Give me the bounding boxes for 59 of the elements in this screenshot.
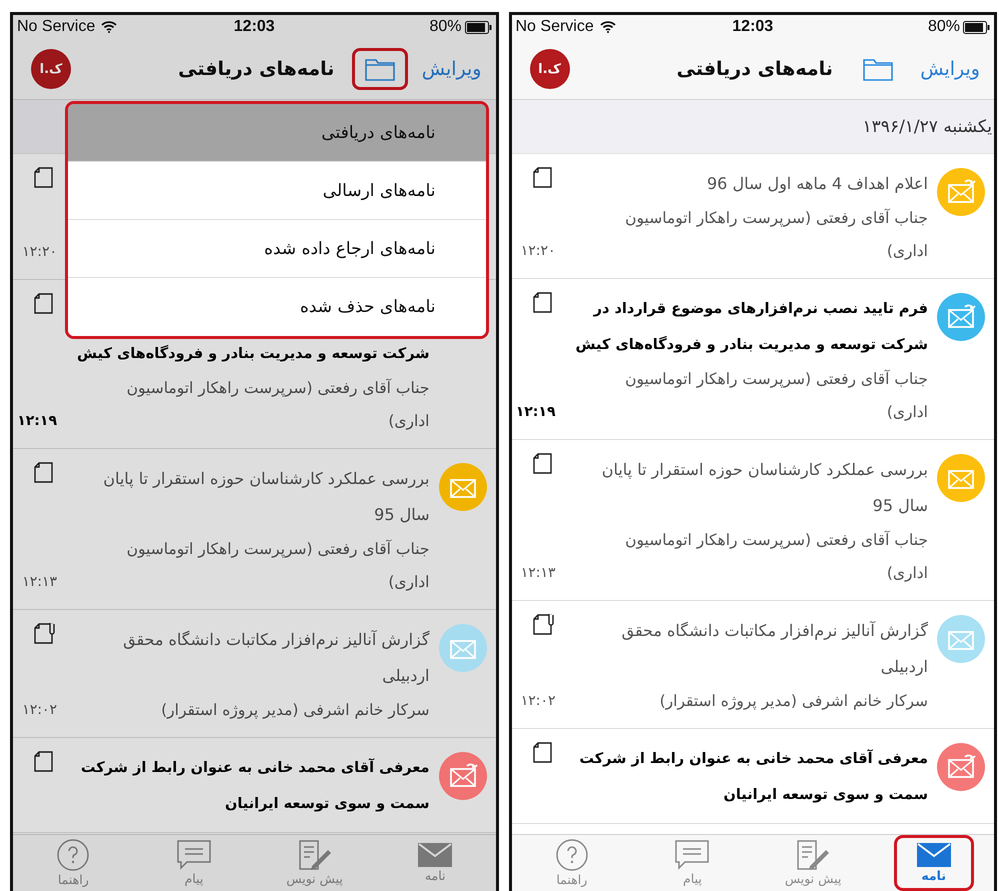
- message-time: ۱۲:۱۳: [520, 564, 556, 583]
- message-time: ۱۲:۲۰: [21, 243, 57, 262]
- message-subject: شرکت توسعه و مدیریت بنادر و فرودگاه‌های کیش: [576, 335, 928, 355]
- message-row[interactable]: گزارش آنالیز نرم‌افزار مکاتبات دانشگاه محقق اردبیلی سرکار خانم اشرفی (مدیر پروژه استقرار) ۱۲:۰۲: [512, 601, 994, 729]
- message-row[interactable]: معرفی آقای محمد خانی به عنوان رابط از شرکت سمت و سوی توسعه ایرانیان: [512, 729, 994, 824]
- carrier-label: No Service: [516, 18, 594, 36]
- message-row[interactable]: فرم تایید نصب نرم‌افزارهای موضوع قرارداد در شرکت توسعه و مدیریت بنادر و فرودگاه‌های کیش جناب آقای رفعتی (سرپرست راهکار اتوماسیون اداری) ۱۲:۱۹: [512, 279, 994, 440]
- message-row[interactable]: بررسی عملکرد کارشناسان حوزه استقرار تا پایان سال 95 جناب آقای رفعتی (سرپرست راهکار اتوماسیون اداری) ۱۲:۱۳: [13, 449, 496, 610]
- message-time: ۱۲:۱۹: [16, 412, 57, 431]
- message-subject: سال 95: [374, 504, 430, 526]
- screen-title: نامه‌های دریافتی: [676, 58, 833, 80]
- message-row[interactable]: بررسی عملکرد کارشناسان حوزه استقرار تا پایان سال 95 جناب آقای رفعتی (سرپرست راهکار اتوماسیون اداری) ۱۲:۱۳: [512, 440, 994, 601]
- message-sender: اداری): [886, 241, 928, 262]
- message-subject: اردبیلی: [382, 665, 430, 687]
- menu-item[interactable]: نامه‌های دریافتی: [68, 104, 486, 162]
- message-sender: اداری): [387, 572, 430, 593]
- message-sender: سرکار خانم اشرفی (مدیر پروژه استقرار): [658, 691, 928, 712]
- message-sender: سرکار خانم اشرفی (مدیر پروژه استقرار): [160, 700, 430, 721]
- edit-link[interactable]: ویرایش: [920, 58, 980, 80]
- carrier-label: No Service: [17, 18, 96, 36]
- message-row[interactable]: گزارش آنالیز نرم‌افزار مکاتبات دانشگاه محقق اردبیلی سرکار خانم اشرفی (مدیر پروژه استقرار) ۱۲:۰۲: [13, 610, 496, 738]
- user-avatar[interactable]: ک.ا: [31, 49, 71, 89]
- clock: 12:03: [732, 18, 774, 36]
- message-subject: گزارش آنالیز نرم‌افزار مکاتبات دانشگاه محقق: [123, 629, 430, 651]
- message-row[interactable]: اعلام اهداف 4 ماهه اول سال 96 جناب آقای رفعتی (سرپرست راهکار اتوماسیون اداری) ۱۲:۲۰: [512, 154, 994, 279]
- tab-bar-item[interactable]: نامه: [894, 835, 974, 891]
- message-subject: سمت و سوی توسعه ایرانیان: [224, 795, 430, 814]
- message-sender: جناب آقای رفعتی (سرپرست راهکار اتوماسیون: [624, 208, 928, 229]
- message-sender: اداری): [387, 411, 430, 432]
- message-sender: اداری): [886, 563, 928, 584]
- message-sender: جناب آقای رفعتی (سرپرست راهکار اتوماسیون: [624, 368, 928, 390]
- message-subject: معرفی آقای محمد خانی به عنوان رابط از شرکت: [579, 748, 928, 769]
- message-time: ۱۲:۲۰: [520, 242, 556, 261]
- message-subject: بررسی عملکرد کارشناسان حوزه استقرار تا پایان: [602, 459, 928, 481]
- message-subject: سال 95: [872, 495, 928, 517]
- message-time: ۱۲:۱۳: [21, 573, 57, 592]
- message-time: ۱۲:۱۹: [514, 403, 556, 422]
- user-avatar[interactable]: ک.ا: [530, 49, 570, 89]
- message-subject: معرفی آقای محمد خانی به عنوان رابط از شرکت: [80, 757, 430, 778]
- message-time: ۱۲:۰۲: [520, 692, 556, 711]
- message-row[interactable]: معرفی آقای محمد خانی به عنوان رابط از شرکت سمت و سوی توسعه ایرانیان: [13, 738, 496, 833]
- message-subject: سمت و سوی توسعه ایرانیان: [723, 786, 928, 805]
- date-label: یکشنبه ۱۳۹۶/۱/۲۷: [862, 116, 992, 136]
- battery-percent: 80%: [429, 18, 462, 36]
- message-subject: شرکت توسعه و مدیریت بنادر و فرودگاه‌های کیش: [77, 344, 430, 364]
- clock: 12:03: [234, 18, 275, 36]
- message-subject: اعلام اهداف 4 ماهه اول سال 96: [707, 173, 928, 195]
- screen-title: نامه‌های دریافتی: [178, 58, 334, 80]
- message-sender: جناب آقای رفعتی (سرپرست راهکار اتوماسیون: [126, 378, 430, 399]
- battery-percent: 80%: [928, 18, 960, 36]
- message-sender: جناب آقای رفعتی (سرپرست راهکار اتوماسیون: [126, 538, 430, 560]
- message-subject: اردبیلی: [880, 656, 928, 678]
- message-sender: اداری): [886, 402, 928, 423]
- message-time: ۱۲:۰۲: [21, 701, 57, 720]
- message-subject: گزارش آنالیز نرم‌افزار مکاتبات دانشگاه محقق: [622, 620, 928, 642]
- message-sender: جناب آقای رفعتی (سرپرست راهکار اتوماسیون: [624, 530, 928, 551]
- message-subject: فرم تایید نصب نرم‌افزارهای موضوع قرارداد در: [594, 300, 928, 319]
- message-subject: بررسی عملکرد کارشناسان حوزه استقرار تا پایان: [103, 468, 430, 490]
- edit-link[interactable]: ویرایش: [422, 58, 482, 80]
